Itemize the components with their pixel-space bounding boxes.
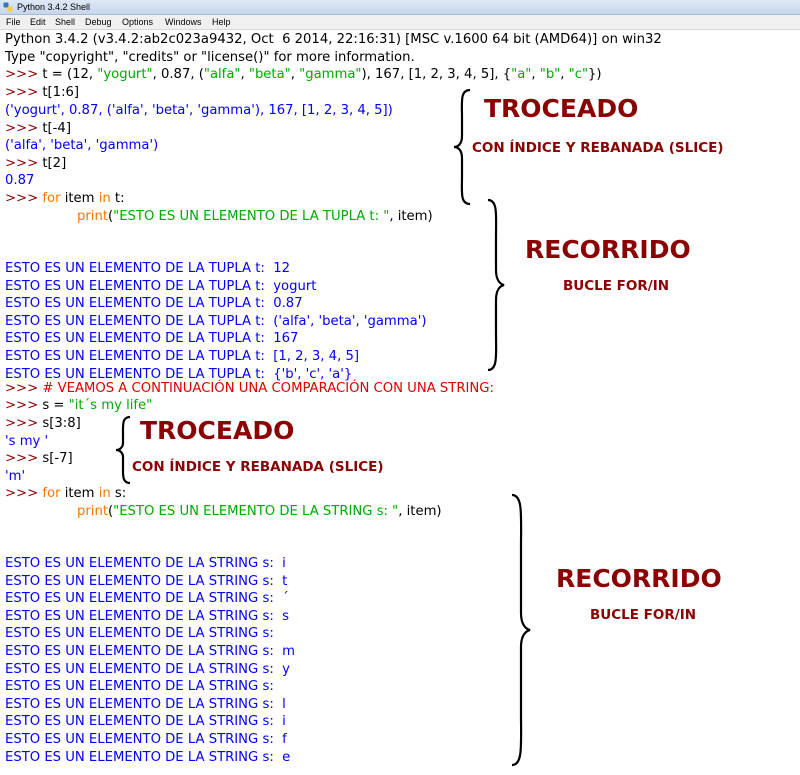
out-index2-line: 0.87 xyxy=(5,173,35,188)
string-output-line: ESTO ES UN ELEMENTO DE LA STRING s: y xyxy=(5,661,290,677)
tuple-output-line: ESTO ES UN ELEMENTO DE LA TUPLA t: [1, 2… xyxy=(5,349,359,364)
info-line: Type "copyright", "credits" or "license(… xyxy=(5,50,415,65)
title-bar: Python 3.4.2 Shell xyxy=(0,0,800,15)
shell-text-area[interactable]: Python 3.4.2 (v3.4.2:ab2c023a9432, Oct 6… xyxy=(0,30,800,775)
out-s-index-line: 'm' xyxy=(5,469,26,484)
string-output-line: ESTO ES UN ELEMENTO DE LA STRING s: f xyxy=(5,732,287,747)
cmd-tuple-line: >>> t = (12, "yogurt", 0.87, ("alfa", "b… xyxy=(5,67,602,82)
cmd-s-index-line: >>> s[-7] xyxy=(5,451,73,466)
brace-recorrido-2 xyxy=(511,493,531,767)
menu-edit[interactable]: Edit xyxy=(30,15,46,29)
string-output-line: ESTO ES UN ELEMENTO DE LA STRING s: xyxy=(5,626,283,642)
out-index-neg-line: ('alfa', 'beta', 'gamma') xyxy=(5,138,159,153)
banner-line: Python 3.4.2 (v3.4.2:ab2c023a9432, Oct 6… xyxy=(5,32,662,47)
menu-debug[interactable]: Debug xyxy=(85,15,112,29)
string-output-line: ESTO ES UN ELEMENTO DE LA STRING s: l xyxy=(5,696,286,712)
tuple-output-line: ESTO ES UN ELEMENTO DE LA TUPLA t: 0.87 xyxy=(5,296,303,312)
cmd-string-line: >>> s = "it´s my life" xyxy=(5,398,153,413)
menu-help[interactable]: Help xyxy=(212,15,231,29)
cmd-index-neg-line: >>> t[-4] xyxy=(5,121,71,136)
python-logo-icon xyxy=(3,2,13,12)
for-tuple-line: >>> for item in t: xyxy=(5,191,125,206)
menu-windows[interactable]: Windows xyxy=(165,15,202,29)
annotation-troceado-2-sub: CON ÍNDICE Y REBANADA (SLICE) xyxy=(132,459,384,475)
annotation-recorrido-2-sub: BUCLE FOR/IN xyxy=(590,607,697,623)
annotation-troceado-1: TROCEADO xyxy=(484,94,639,123)
string-output-line: ESTO ES UN ELEMENTO DE LA STRING s: t xyxy=(5,573,288,589)
menu-file[interactable]: File xyxy=(6,15,21,29)
string-output-line: ESTO ES UN ELEMENTO DE LA STRING s: i xyxy=(5,714,286,730)
cmd-s-slice-line: >>> s[3:8] xyxy=(5,416,81,431)
brace-troceado-2 xyxy=(115,415,131,485)
window-title: Python 3.4.2 Shell xyxy=(17,2,91,12)
out-s-slice-line: 's my ' xyxy=(5,434,49,449)
string-output-line: ESTO ES UN ELEMENTO DE LA STRING s: ´ xyxy=(5,591,289,607)
tuple-output-line: ESTO ES UN ELEMENTO DE LA TUPLA t: ('alf… xyxy=(5,313,427,329)
tuple-output-line: ESTO ES UN ELEMENTO DE LA TUPLA t: 167 xyxy=(5,331,299,347)
brace-troceado-1 xyxy=(453,88,471,206)
string-output-line: ESTO ES UN ELEMENTO DE LA STRING s: i xyxy=(5,556,286,571)
for-string-line: >>> for item in s: xyxy=(5,486,127,501)
out-slice-line: ('yogurt', 0.87, ('alfa', 'beta', 'gamma… xyxy=(5,103,393,118)
print-string-line: print("ESTO ES UN ELEMENTO DE LA STRING … xyxy=(77,504,442,519)
string-output-line: ESTO ES UN ELEMENTO DE LA STRING s: s xyxy=(5,608,290,624)
string-output-line: ESTO ES UN ELEMENTO DE LA STRING s: xyxy=(5,679,283,695)
comment-line: >>> # VEAMOS A CONTINUACIÓN UNA COMPARAC… xyxy=(5,381,494,396)
menu-options[interactable]: Options xyxy=(122,15,153,29)
menu-shell[interactable]: Shell xyxy=(55,15,75,29)
tuple-output-line: ESTO ES UN ELEMENTO DE LA TUPLA t: 12 xyxy=(5,261,290,276)
annotation-troceado-1-sub: CON ÍNDICE Y REBANADA (SLICE) xyxy=(472,140,724,156)
cmd-slice-line: >>> t[1:6] xyxy=(5,85,80,100)
print-tuple-line: print("ESTO ES UN ELEMENTO DE LA TUPLA t… xyxy=(77,209,433,224)
menu-bar: File Edit Shell Debug Options Windows He… xyxy=(0,15,800,30)
cmd-index2-line: >>> t[2] xyxy=(5,156,67,171)
annotation-recorrido-1: RECORRIDO xyxy=(525,235,691,264)
brace-recorrido-1 xyxy=(487,198,505,372)
annotation-recorrido-1-sub: BUCLE FOR/IN xyxy=(563,278,670,294)
tuple-output-line: ESTO ES UN ELEMENTO DE LA TUPLA t: yogur… xyxy=(5,278,317,294)
string-output-line: ESTO ES UN ELEMENTO DE LA STRING s: e xyxy=(5,749,291,765)
annotation-recorrido-2: RECORRIDO xyxy=(556,564,722,593)
annotation-troceado-2: TROCEADO xyxy=(140,416,295,445)
string-output-line: ESTO ES UN ELEMENTO DE LA STRING s: m xyxy=(5,644,296,659)
